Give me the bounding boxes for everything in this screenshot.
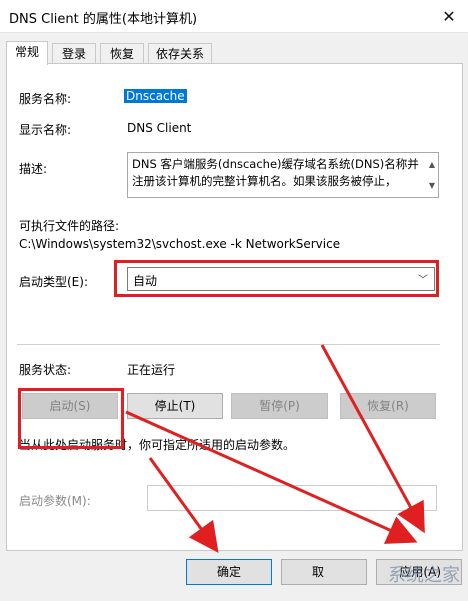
- scroll-up-icon[interactable]: ▲: [429, 156, 435, 173]
- description-label: 描述:: [19, 162, 48, 176]
- description-box[interactable]: DNS 客户端服务(dnscache)缓存域名系统(DNS)名称并注册该计算机的…: [127, 152, 439, 198]
- tab-dependencies[interactable]: 依存关系: [148, 43, 212, 64]
- window-title: DNS Client 的属性(本地计算机): [9, 12, 198, 27]
- display-name-label: 显示名称:: [19, 123, 72, 137]
- divider: [17, 344, 440, 345]
- startup-type-label: 启动类型(E):: [19, 275, 88, 289]
- display-name-value[interactable]: DNS Client: [127, 121, 191, 135]
- ok-button[interactable]: 确定: [186, 559, 272, 585]
- tab-general[interactable]: 常规: [6, 41, 48, 65]
- title-bar: DNS Client 的属性(本地计算机) ✕: [0, 0, 468, 33]
- scroll-down-icon[interactable]: ▼: [429, 177, 435, 194]
- description-text: DNS 客户端服务(dnscache)缓存域名系统(DNS)名称并注册该计算机的…: [132, 157, 419, 188]
- cancel-button[interactable]: 取: [281, 559, 367, 585]
- service-name-label: 服务名称:: [19, 92, 72, 106]
- service-name-value[interactable]: Dnscache: [124, 89, 187, 103]
- service-status-label: 服务状态:: [19, 363, 72, 377]
- stop-button[interactable]: 停止(T): [127, 393, 223, 419]
- service-status-value: 正在运行: [127, 363, 176, 377]
- exe-path-label: 可执行文件的路径:: [19, 219, 120, 233]
- tab-recovery[interactable]: 恢复: [100, 43, 144, 64]
- tab-logon[interactable]: 登录: [52, 43, 96, 64]
- exe-path-value[interactable]: C:\Windows\system32\svchost.exe -k Netwo…: [19, 237, 340, 251]
- close-icon[interactable]: ✕: [438, 5, 460, 27]
- pause-button[interactable]: 暂停(P): [231, 393, 328, 419]
- start-params-label: 启动参数(M):: [19, 494, 91, 508]
- annotation-box-start-button: [18, 388, 124, 449]
- general-panel: 服务名称: Dnscache 显示名称: DNS Client 描述: DNS …: [6, 63, 463, 551]
- annotation-box-startup-type: [114, 260, 439, 297]
- start-params-input[interactable]: [147, 485, 437, 511]
- resume-button[interactable]: 恢复(R): [340, 393, 436, 419]
- watermark-logo: 系统之家: [388, 565, 460, 586]
